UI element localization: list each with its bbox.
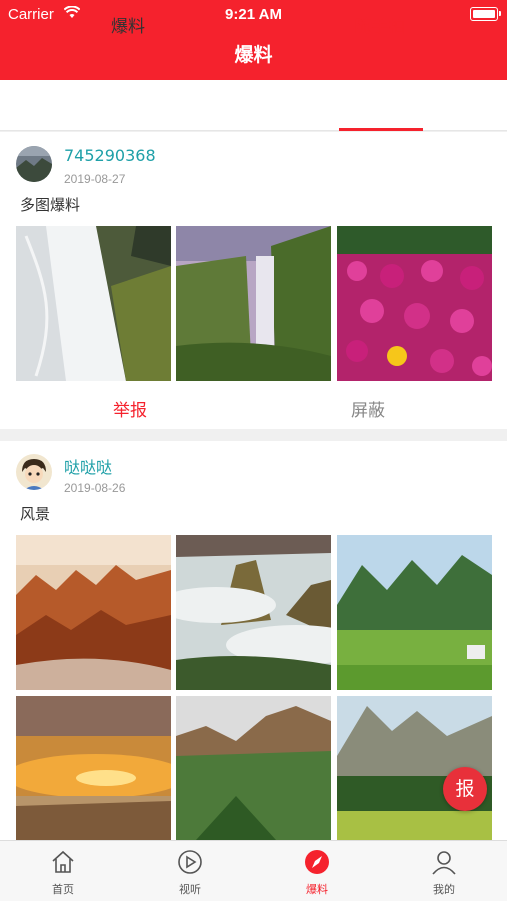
- post-date: 2019-08-26: [64, 481, 126, 495]
- bottom-tab-label: 爆料: [306, 883, 328, 896]
- bottom-tab-baoliao[interactable]: 爆料: [267, 841, 367, 901]
- post-card: 哒哒哒 2019-08-26 风景: [0, 441, 507, 840]
- post-card: 745290368 2019-08-27 多图爆料 举报 屏蔽: [0, 132, 507, 429]
- bottom-tab-mine[interactable]: 我的: [394, 841, 494, 901]
- post-caption: 风景: [20, 505, 51, 523]
- page-title: 爆料: [234, 44, 273, 66]
- floating-report-button[interactable]: 报: [443, 767, 487, 811]
- block-button[interactable]: 屏蔽: [328, 396, 408, 421]
- post-image[interactable]: [176, 535, 331, 690]
- tab-active-indicator: [339, 128, 423, 131]
- post-image[interactable]: [16, 226, 171, 381]
- bottom-tab-media[interactable]: 视听: [140, 841, 240, 901]
- bottom-tab-home[interactable]: 首页: [13, 841, 113, 901]
- post-image[interactable]: [176, 226, 331, 381]
- bottom-tab-bar: 首页 视听 爆料 我的: [0, 840, 507, 901]
- battery-icon: [470, 7, 498, 21]
- post-image[interactable]: [176, 696, 331, 840]
- report-button[interactable]: 举报: [90, 396, 170, 421]
- post-caption: 多图爆料: [20, 196, 81, 214]
- user-icon: [432, 851, 456, 875]
- avatar[interactable]: [16, 146, 52, 182]
- tab-baoliao[interactable]: 爆料: [48, 12, 208, 37]
- avatar[interactable]: [16, 454, 52, 490]
- bottom-tab-label: 首页: [52, 883, 74, 896]
- post-image[interactable]: [16, 696, 171, 840]
- post-username[interactable]: 745290368: [64, 146, 156, 165]
- post-username[interactable]: 哒哒哒: [64, 454, 112, 478]
- post-image[interactable]: [337, 226, 492, 381]
- bottom-tab-label: 我的: [433, 883, 455, 896]
- battery-tip: [499, 11, 501, 16]
- segment-tabs: [0, 80, 507, 131]
- tab-suishoupai[interactable]: 随手拍: [300, 12, 460, 37]
- compass-icon: [305, 850, 329, 874]
- post-image[interactable]: [16, 535, 171, 690]
- post-image[interactable]: [337, 535, 492, 690]
- bottom-tab-label: 视听: [179, 883, 201, 896]
- post-date: 2019-08-27: [64, 172, 126, 186]
- play-icon: [178, 850, 202, 874]
- home-icon: [52, 850, 74, 873]
